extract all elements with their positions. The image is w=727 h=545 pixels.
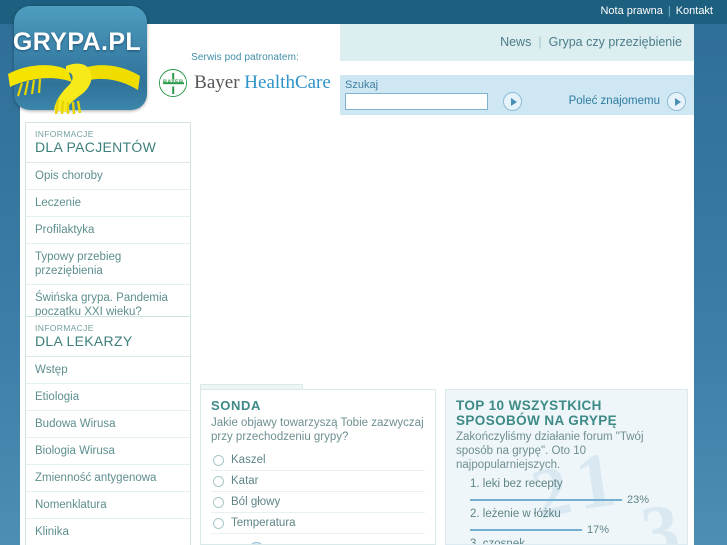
search-submit-icon[interactable]: [503, 92, 522, 111]
secondary-nav-links: News | Grypa czy przeziębienie: [500, 35, 682, 49]
radio-icon[interactable]: [213, 517, 224, 529]
sidebar-item-etiologia[interactable]: Etiologia: [26, 384, 190, 411]
sidebar-section-patients: INFORMACJE DLA PACJENTÓW Opis choroby Le…: [25, 122, 191, 326]
sidebar-item-profilaktyka[interactable]: Profilaktyka: [26, 217, 190, 244]
bayer-word-secondary: HealthCare: [244, 72, 331, 93]
nav-item-news[interactable]: News: [500, 35, 531, 49]
bayer-cross-icon: BAYER: [159, 69, 188, 97]
sidebar-eyebrow: INFORMACJE: [35, 323, 94, 333]
poll-option-label: Temperatura: [231, 517, 296, 529]
top10-rank-bar: 23%: [470, 492, 677, 507]
nav-separator: |: [538, 35, 542, 49]
sidebar-title: DLA LEKARZY: [35, 333, 133, 349]
top10-rank-label: 2. leżenie w łóżku: [470, 508, 561, 520]
patron-label: Serwis pod patronatem:: [191, 52, 299, 63]
bayer-word-primary: Bayer: [194, 72, 240, 93]
poll-panel: SONDA Jakie objawy towarzyszą Tobie zazw…: [200, 389, 436, 545]
sidebar-eyebrow: INFORMACJE: [35, 129, 94, 139]
top10-rank-label: 1. leki bez recepty: [470, 478, 563, 490]
poll-option-label: Kaszel: [231, 454, 266, 466]
utility-separator: |: [667, 5, 671, 17]
yellow-scarf-icon: [8, 63, 140, 114]
poll-option-temperatura[interactable]: Temperatura: [211, 513, 425, 534]
patron-block: Serwis pod patronatem: BAYER Bayer Healt…: [150, 52, 340, 97]
top10-rank-row: 2. leżenie w łóżku 17%: [470, 507, 677, 537]
poll-option-label: Katar: [231, 475, 259, 487]
poll-title: SONDA: [211, 398, 261, 413]
search-label: Szukaj: [345, 79, 379, 91]
sidebar-item-typowy-przebieg[interactable]: Typowy przebieg przeziębienia: [26, 244, 190, 285]
radio-icon[interactable]: [213, 454, 224, 466]
sidebar-item-wstep[interactable]: Wstęp: [26, 357, 190, 384]
poll-option-katar[interactable]: Katar: [211, 471, 425, 492]
top10-title: TOP 10 WSZYSTKICH SPOSOBÓW NA GRYPĘ: [456, 398, 618, 428]
recommend-label[interactable]: Poleć znajomemu: [569, 95, 660, 107]
site-logo[interactable]: GRYPA.PL: [6, 2, 148, 114]
poll-option-kaszel[interactable]: Kaszel: [211, 450, 425, 471]
right-gradient-rail: [694, 0, 727, 545]
search-bar: Szukaj Poleć znajomemu: [340, 75, 694, 115]
sidebar-title: DLA PACJENTÓW: [35, 139, 157, 155]
top10-bar-fill: [470, 528, 582, 531]
sidebar-item-zmiennosc-antygenowa[interactable]: Zmienność antygenowa: [26, 465, 190, 492]
bayer-logo: BAYER Bayer HealthCare: [150, 69, 340, 97]
sidebar-section-doctors: INFORMACJE DLA LEKARZY Wstęp Etiologia B…: [25, 316, 191, 545]
sidebar-item-biologia-wirusa[interactable]: Biologia Wirusa: [26, 438, 190, 465]
sidebar-item-klinika[interactable]: Klinika: [26, 519, 190, 545]
sidebar-header-patients: INFORMACJE DLA PACJENTÓW: [26, 123, 190, 163]
recommend-arrow-icon[interactable]: [667, 92, 686, 111]
top10-rank-row: 3. czosnek 15%: [470, 537, 677, 545]
poll-question: Jakie objawy towarzyszą Tobie zazwyczaj …: [211, 417, 424, 443]
top10-rank-row: 1. leki bez recepty 23%: [470, 477, 677, 507]
top10-bar-value: 23%: [627, 493, 650, 506]
sidebar-item-opis-choroby[interactable]: Opis choroby: [26, 163, 190, 190]
top10-rank-label: 3. czosnek: [470, 538, 525, 545]
sidebar-item-budowa-wirusa[interactable]: Budowa Wirusa: [26, 411, 190, 438]
sidebar-item-leczenie[interactable]: Leczenie: [26, 190, 190, 217]
link-nota-prawna[interactable]: Nota prawna: [600, 5, 662, 17]
top10-bar-value: 17%: [587, 523, 610, 536]
top10-panel: 2 1 3 TOP 10 WSZYSTKICH SPOSOBÓW NA GRYP…: [445, 389, 688, 545]
sidebar-header-doctors: INFORMACJE DLA LEKARZY: [26, 317, 190, 357]
bayer-mark-text: BAYER: [160, 79, 187, 87]
utility-links: Nota prawna | Kontakt: [600, 5, 713, 17]
poll-option-label: Ból głowy: [231, 496, 281, 508]
nav-item-grypa-czy-przeziebienie[interactable]: Grypa czy przeziębienie: [549, 35, 682, 49]
top10-bar-fill: [470, 498, 622, 501]
poll-option-bol-glowy[interactable]: Ból głowy: [211, 492, 425, 513]
logo-wordmark: GRYPA.PL: [12, 28, 142, 56]
sidebar-item-nomenklatura[interactable]: Nomenklatura: [26, 492, 190, 519]
radio-icon[interactable]: [213, 475, 224, 487]
top10-content: TOP 10 WSZYSTKICH SPOSOBÓW NA GRYPĘ Zako…: [456, 398, 677, 545]
page-root: Nota prawna | Kontakt News | Grypa czy przez…: [0, 0, 727, 545]
top10-description: Zakończyliśmy działanie forum "Twój spos…: [456, 431, 644, 471]
link-kontakt[interactable]: Kontakt: [676, 5, 713, 17]
search-input[interactable]: [345, 93, 488, 110]
secondary-nav-bar: News | Grypa czy przeziębienie: [340, 24, 694, 61]
radio-icon[interactable]: [213, 496, 224, 508]
bayer-wordmark: Bayer HealthCare: [194, 72, 331, 94]
top10-rank-bar: 17%: [470, 522, 677, 537]
